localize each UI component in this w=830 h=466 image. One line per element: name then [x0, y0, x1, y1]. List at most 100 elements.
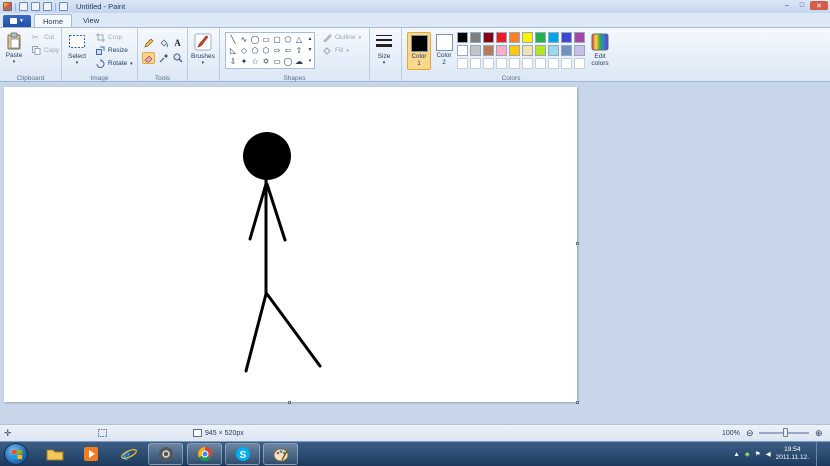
- palette-color-swatch[interactable]: [483, 58, 494, 69]
- color1-selector[interactable]: Color 1: [407, 32, 431, 70]
- down-arrow-shape-icon[interactable]: ⇩: [228, 57, 238, 66]
- palette-color-swatch[interactable]: [457, 32, 468, 43]
- text-tool[interactable]: A: [171, 37, 184, 49]
- rotate-button[interactable]: Rotate ▾: [96, 59, 133, 68]
- curve-shape-icon[interactable]: ∿: [239, 35, 249, 44]
- taskbar-explorer[interactable]: [37, 443, 72, 465]
- palette-color-swatch[interactable]: [548, 32, 559, 43]
- taskbar-chrome[interactable]: [187, 443, 222, 465]
- left-arrow-shape-icon[interactable]: ⇦: [283, 46, 293, 55]
- zoom-out-button[interactable]: ⊖: [746, 428, 754, 439]
- redo-icon[interactable]: [43, 2, 52, 11]
- palette-color-swatch[interactable]: [574, 45, 585, 56]
- size-button[interactable]: Size ▾: [375, 33, 393, 66]
- volume-icon[interactable]: ◀: [766, 450, 771, 458]
- resize-button[interactable]: Resize: [96, 46, 128, 55]
- show-desktop-button[interactable]: [816, 442, 824, 466]
- palette-color-swatch[interactable]: [574, 58, 585, 69]
- callout-shape-icon[interactable]: ▭: [272, 57, 282, 66]
- palette-color-swatch[interactable]: [509, 58, 520, 69]
- palette-color-swatch[interactable]: [496, 58, 507, 69]
- four-point-star-shape-icon[interactable]: ✦: [239, 57, 249, 66]
- cloud-callout-shape-icon[interactable]: ☁: [294, 57, 304, 66]
- show-hidden-icons-icon[interactable]: ▲: [733, 451, 739, 458]
- brushes-button[interactable]: Brushes ▾: [191, 33, 215, 66]
- fill-tool[interactable]: [157, 37, 170, 49]
- paint-menu-button[interactable]: ▼: [3, 15, 31, 27]
- start-button[interactable]: [4, 443, 28, 465]
- tab-view[interactable]: View: [75, 14, 107, 27]
- palette-color-swatch[interactable]: [535, 45, 546, 56]
- palette-color-swatch[interactable]: [574, 32, 585, 43]
- canvas-resize-handle-corner[interactable]: [576, 401, 579, 404]
- palette-color-swatch[interactable]: [561, 45, 572, 56]
- palette-color-swatch[interactable]: [535, 58, 546, 69]
- copy-button[interactable]: Copy: [32, 46, 59, 55]
- drawing-canvas[interactable]: [4, 87, 577, 402]
- chevron-up-icon[interactable]: ▲: [306, 35, 314, 44]
- palette-color-swatch[interactable]: [561, 32, 572, 43]
- canvas-resize-handle-bottom[interactable]: [288, 401, 291, 404]
- palette-color-swatch[interactable]: [522, 32, 533, 43]
- palette-color-swatch[interactable]: [457, 45, 468, 56]
- tab-home[interactable]: Home: [34, 14, 73, 27]
- eraser-tool[interactable]: [142, 52, 155, 64]
- palette-color-swatch[interactable]: [535, 32, 546, 43]
- palette-color-swatch[interactable]: [496, 45, 507, 56]
- five-point-star-shape-icon[interactable]: ☆: [250, 57, 260, 66]
- palette-color-swatch[interactable]: [470, 58, 481, 69]
- polygon-shape-icon[interactable]: ⬠: [283, 35, 293, 44]
- six-point-star-shape-icon[interactable]: ✡: [261, 57, 271, 66]
- line-shape-icon[interactable]: ╲: [228, 35, 238, 44]
- fill-button[interactable]: Fill ▾: [323, 46, 349, 55]
- up-arrow-shape-icon[interactable]: ⇧: [294, 46, 304, 55]
- crop-button[interactable]: Crop: [96, 33, 122, 42]
- right-triangle-shape-icon[interactable]: ◺: [228, 46, 238, 55]
- taskbar-opera[interactable]: [148, 443, 183, 465]
- triangle-shape-icon[interactable]: △: [294, 35, 304, 44]
- close-button[interactable]: ✕: [810, 1, 828, 10]
- palette-color-swatch[interactable]: [548, 58, 559, 69]
- edit-colors-button[interactable]: Edit colors: [591, 33, 609, 67]
- expand-gallery-icon[interactable]: ▾: [306, 57, 314, 66]
- rectangle-shape-icon[interactable]: ▭: [261, 35, 271, 44]
- palette-color-swatch[interactable]: [509, 45, 520, 56]
- select-button[interactable]: Select ▾: [68, 33, 86, 66]
- zoom-slider-thumb[interactable]: [783, 428, 788, 437]
- action-center-icon[interactable]: ⚑: [755, 450, 761, 458]
- palette-color-swatch[interactable]: [483, 45, 494, 56]
- pencil-tool[interactable]: [142, 37, 155, 49]
- maximize-button[interactable]: □: [795, 1, 809, 10]
- chevron-down-icon[interactable]: ▼: [306, 46, 314, 55]
- palette-color-swatch[interactable]: [561, 58, 572, 69]
- palette-color-swatch[interactable]: [522, 58, 533, 69]
- paint-app-icon[interactable]: [3, 2, 12, 11]
- taskbar-skype[interactable]: S: [225, 443, 260, 465]
- oval-callout-shape-icon[interactable]: ◯: [283, 57, 293, 66]
- canvas-resize-handle-right[interactable]: [576, 242, 579, 245]
- customize-quick-access-icon[interactable]: [59, 2, 68, 11]
- minimize-button[interactable]: –: [780, 1, 794, 10]
- palette-color-swatch[interactable]: [470, 45, 481, 56]
- magnifier-tool[interactable]: [171, 52, 184, 64]
- right-arrow-shape-icon[interactable]: ⇨: [272, 46, 282, 55]
- palette-color-swatch[interactable]: [470, 32, 481, 43]
- pentagon-shape-icon[interactable]: ⬠: [250, 46, 260, 55]
- cut-button[interactable]: ✂ Cut: [32, 33, 54, 42]
- palette-color-swatch[interactable]: [509, 32, 520, 43]
- palette-color-swatch[interactable]: [522, 45, 533, 56]
- taskbar-paint[interactable]: [263, 443, 298, 465]
- color2-selector[interactable]: Color 2: [432, 32, 456, 70]
- save-icon[interactable]: [19, 2, 28, 11]
- diamond-shape-icon[interactable]: ◇: [239, 46, 249, 55]
- taskbar-media-player[interactable]: [73, 443, 108, 465]
- clock[interactable]: 19:54 2011.11.12.: [776, 446, 809, 462]
- outline-button[interactable]: Outline ▾: [323, 33, 361, 42]
- color-picker-tool[interactable]: [157, 52, 170, 64]
- palette-color-swatch[interactable]: [457, 58, 468, 69]
- taskbar-internet-explorer[interactable]: e: [111, 443, 146, 465]
- oval-shape-icon[interactable]: ◯: [250, 35, 260, 44]
- rounded-rectangle-shape-icon[interactable]: ▢: [272, 35, 282, 44]
- palette-color-swatch[interactable]: [496, 32, 507, 43]
- network-icon[interactable]: ◆: [745, 450, 750, 458]
